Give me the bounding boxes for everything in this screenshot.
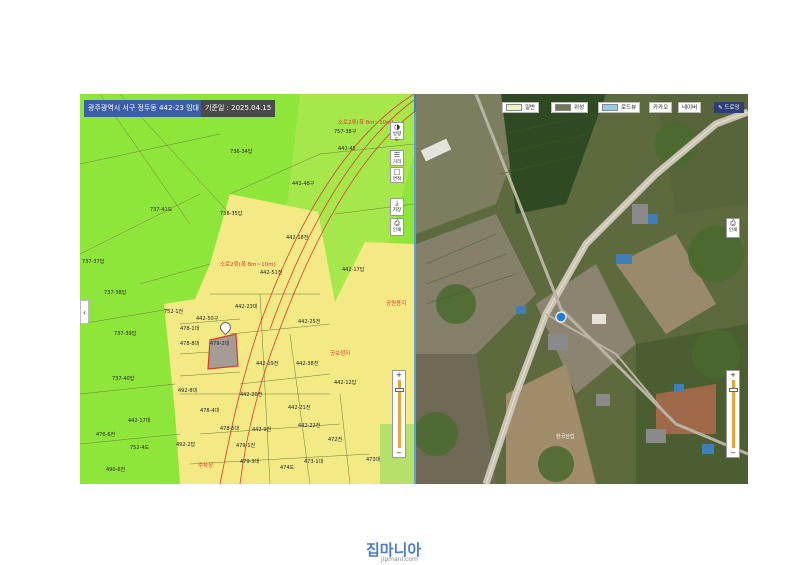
map-type-drawing[interactable]: ✎ 드로잉 [714,102,744,113]
direction-button[interactable]: ◑ 방향도 [390,122,404,143]
zoom-out-icon[interactable]: − [393,449,405,457]
road-label: 주차장 [198,463,214,469]
normal-swatch-icon [506,104,522,111]
ruler-icon: ☰ [393,151,401,159]
printer-icon: ⎙ [730,219,736,227]
map-type-kakao[interactable]: 카카오 [649,102,673,113]
satellite-svg [416,94,748,484]
area-icon: □ [393,168,401,176]
compass-icon: ◑ [393,123,401,131]
print-right-button[interactable]: ⎙ 인쇄 [726,218,740,238]
map-type-normal[interactable]: 일반 [502,102,540,113]
save-button[interactable]: ⤓ 저장 [390,198,404,216]
reference-date: 기준일 : 2025.04.15 [201,100,276,117]
map-type-roadview[interactable]: 로드뷰 [598,102,641,113]
road-labels: 소로2류(폭 8m~10m) 소로2류(폭 8m~10m) 주차장 공원용지 공… [80,94,414,484]
satellite-swatch-icon [555,104,571,111]
cadastral-map[interactable]: 736-34답 442-48구 737-41도 736-35답 442-18전 … [80,94,414,484]
address-label: 광주광역시 서구 정두동 442-23 임대 [84,100,203,117]
zoom-slider[interactable] [394,380,404,448]
direction-label: 방향도 [392,132,402,143]
zoom-control-right[interactable]: + − [726,370,740,458]
zoom-knob[interactable] [394,388,404,392]
measure-distance-button[interactable]: ☰ 거리 [390,150,404,166]
pencil-icon: ✎ [718,105,723,111]
measure-area-button[interactable]: □ 면적 [390,167,404,183]
zoom-slider[interactable] [728,380,738,448]
measure-label: 거리 [392,160,402,165]
zoom-knob[interactable] [728,388,738,392]
map-type-satellite[interactable]: 위성 [551,102,589,113]
logo-url: jipmani.com [381,556,418,563]
collapse-panel-button[interactable]: ‹ [80,300,89,324]
road-label: 공보정지 [330,351,351,357]
road-label: 소로2류(폭 8m~10m) [338,120,394,126]
site-logo[interactable]: 집마니아 jipmani.com [366,539,421,565]
map-frame: 736-34답 442-48구 737-41도 736-35답 442-18전 … [80,94,748,484]
map-type-naver[interactable]: 네이버 [678,102,702,113]
zoom-in-icon[interactable]: + [393,371,405,379]
printer-icon: ⎙ [394,219,400,227]
place-label: 한국산업 [556,434,575,440]
road-label: 공원용지 [386,301,407,307]
print-label: 인쇄 [392,228,402,233]
satellite-map[interactable]: 한국산업 일반 위성 로드뷰 카카오 네이버 ✎ 드로잉 ⎙ 인쇄 + − [416,94,748,484]
download-icon: ⤓ [395,199,399,207]
zoom-in-icon[interactable]: + [727,371,739,379]
area-label: 면적 [392,177,402,182]
save-label: 저장 [392,208,402,213]
print-button[interactable]: ⎙ 인쇄 [390,218,404,236]
zoom-out-icon[interactable]: − [727,449,739,457]
roadview-swatch-icon [602,104,618,111]
zoom-control-left[interactable]: + − [392,370,406,458]
road-label: 소로2류(폭 8m~10m) [220,262,276,268]
